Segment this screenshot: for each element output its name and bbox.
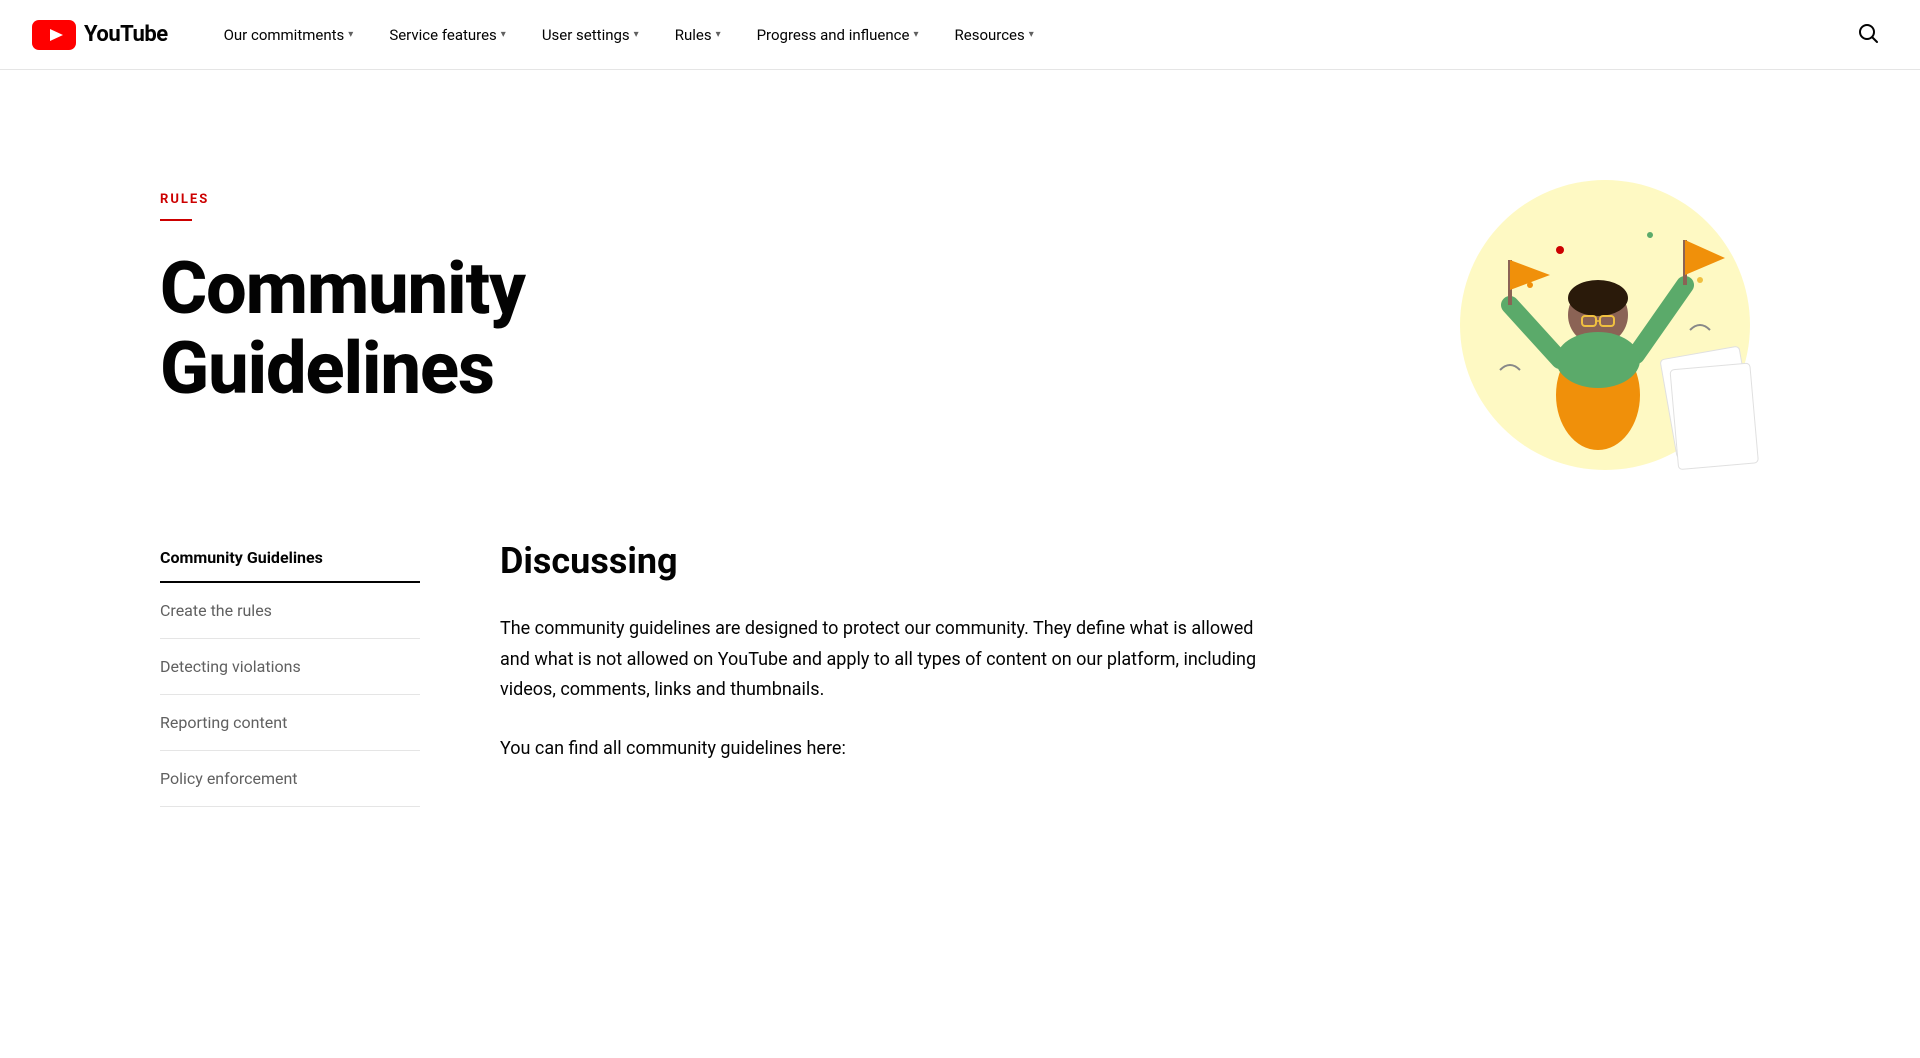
chevron-down-icon: ▾ <box>716 29 721 40</box>
nav-item-commitments[interactable]: Our commitments ▾ <box>208 18 370 52</box>
section-title: Discussing <box>500 540 1260 582</box>
youtube-icon <box>32 20 76 50</box>
search-button[interactable] <box>1848 13 1888 57</box>
page-title: Community Guidelines <box>160 249 860 407</box>
paragraph-2: You can find all community guidelines he… <box>500 734 1260 765</box>
navbar: YouTube Our commitments ▾ Service featur… <box>0 0 1920 70</box>
sidebar-item-community-guidelines[interactable]: Community Guidelines <box>160 530 420 583</box>
hero-text: RULES Community Guidelines <box>160 192 860 407</box>
chevron-down-icon: ▾ <box>501 29 506 40</box>
nav-item-rules[interactable]: Rules ▾ <box>659 18 737 52</box>
chevron-down-icon: ▾ <box>634 29 639 40</box>
logo-link[interactable]: YouTube <box>32 20 168 50</box>
section-body: The community guidelines are designed to… <box>500 614 1260 764</box>
paragraph-1: The community guidelines are designed to… <box>500 614 1260 706</box>
sidebar-item-create-rules[interactable]: Create the rules <box>160 583 420 639</box>
hero-tag: RULES <box>160 192 860 207</box>
nav-item-progress[interactable]: Progress and influence ▾ <box>741 18 935 52</box>
sidebar-item-policy-enforcement[interactable]: Policy enforcement <box>160 751 420 807</box>
logo-text: YouTube <box>84 22 168 47</box>
illustration-svg <box>1420 130 1760 490</box>
nav-item-resources[interactable]: Resources ▾ <box>939 18 1050 52</box>
chevron-down-icon: ▾ <box>913 29 918 40</box>
sidebar-item-reporting-content[interactable]: Reporting content <box>160 695 420 751</box>
sidebar: Community Guidelines Create the rules De… <box>160 530 420 807</box>
content-area: Community Guidelines Create the rules De… <box>0 530 1920 867</box>
search-icon <box>1856 21 1880 45</box>
chevron-down-icon: ▾ <box>348 29 353 40</box>
main-content: Discussing The community guidelines are … <box>500 530 1260 807</box>
nav-item-service[interactable]: Service features ▾ <box>373 18 522 52</box>
sidebar-item-detecting-violations[interactable]: Detecting violations <box>160 639 420 695</box>
hero-section: RULES Community Guidelines <box>0 70 1920 530</box>
chevron-down-icon: ▾ <box>1029 29 1034 40</box>
hero-illustration <box>1420 130 1760 470</box>
nav-links: Our commitments ▾ Service features ▾ Use… <box>208 18 1848 52</box>
hero-tag-underline <box>160 219 192 221</box>
nav-item-user-settings[interactable]: User settings ▾ <box>526 18 655 52</box>
